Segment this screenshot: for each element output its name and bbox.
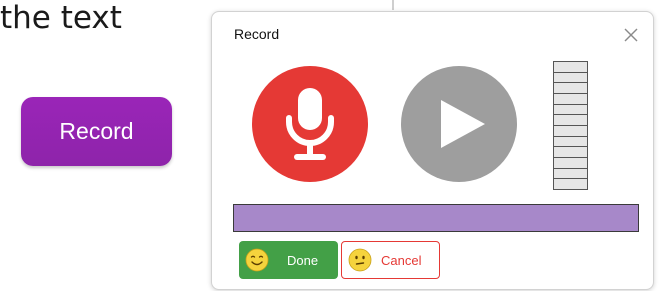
level-meter-segment [554,73,587,84]
microphone-button[interactable] [252,66,368,182]
level-meter-segment [554,94,587,105]
level-meter-segment [554,105,587,116]
record-dialog: Record Done Cancel [211,11,654,290]
page: the text Record Record Done Cancel [0,0,659,291]
cancel-button-label: Cancel [381,252,422,268]
smiling-face-icon [245,248,269,272]
level-meter-segment [554,169,587,180]
done-button[interactable]: Done [239,241,338,279]
level-meter-segment [554,126,587,137]
level-meter-segment [554,115,587,127]
play-icon [441,100,485,148]
level-meter-segment [554,137,587,148]
progress-fill [234,205,638,231]
play-button[interactable] [401,66,517,182]
record-button[interactable]: Record [21,97,172,166]
level-meter [553,61,588,190]
level-meter-segment [554,158,587,169]
neutral-face-icon [348,248,372,272]
level-meter-segment [554,179,587,189]
done-button-label: Done [287,252,319,268]
dialog-title: Record [234,26,280,42]
cancel-button[interactable]: Cancel [341,241,440,279]
microphone-icon [286,88,334,160]
background-divider [392,0,394,10]
level-meter-segment [554,147,587,159]
close-icon[interactable] [622,26,640,44]
level-meter-segment [554,83,587,95]
level-meter-segment [554,62,587,73]
background-text: the text [0,0,122,36]
progress-bar [233,204,639,232]
